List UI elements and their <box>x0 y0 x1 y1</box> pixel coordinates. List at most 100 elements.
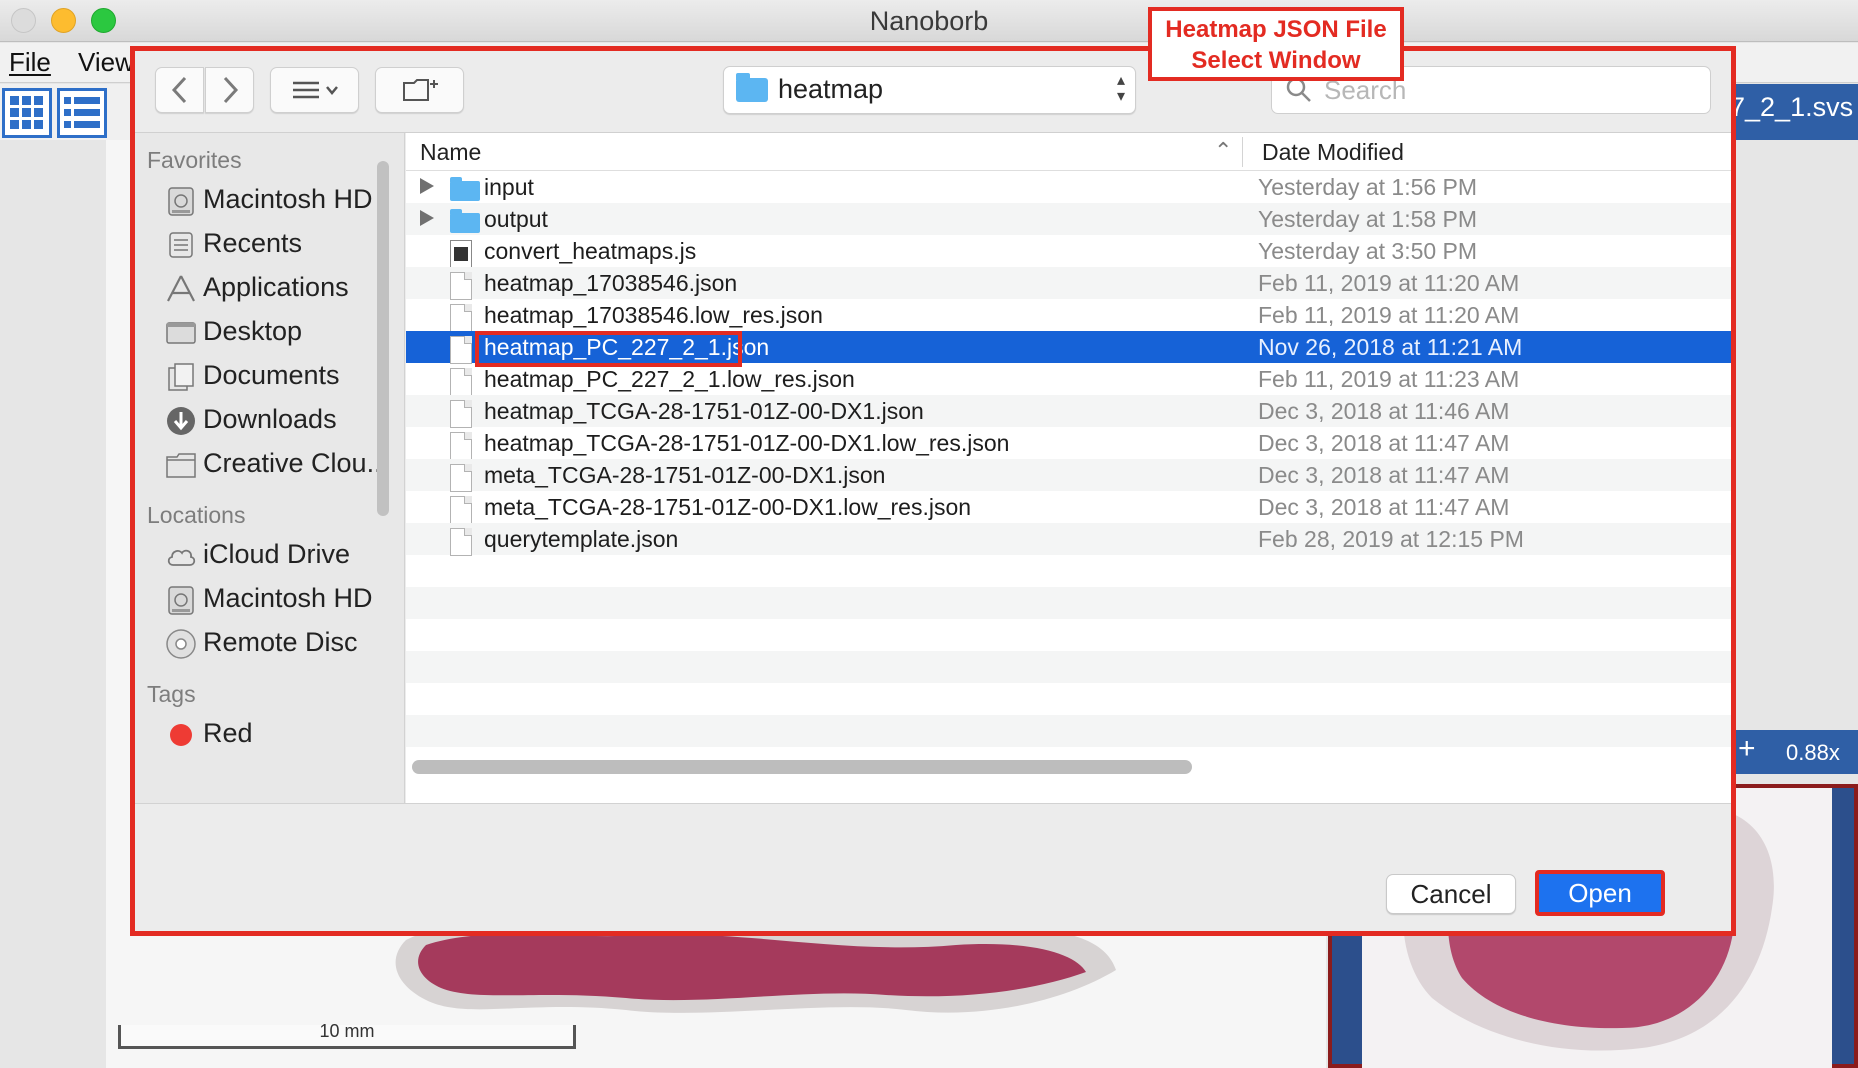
zoom-level: 0.88x <box>1786 740 1840 765</box>
file-row[interactable]: output Yesterday at 1:58 PM <box>406 203 1731 235</box>
back-button[interactable] <box>155 67 204 113</box>
downloads-icon <box>167 407 195 435</box>
annotation-callout: Heatmap JSON File Select Window <box>1148 7 1404 81</box>
applications-icon <box>167 275 195 302</box>
cancel-button[interactable]: Cancel <box>1386 874 1516 914</box>
location-popup[interactable]: heatmap ▴ ▾ <box>723 66 1136 114</box>
empty-row <box>406 683 1731 715</box>
sidebar-item-label: iCloud Drive <box>203 539 351 569</box>
file-date: Dec 3, 2018 at 11:47 AM <box>1258 494 1510 520</box>
hard-drive-icon <box>168 586 194 615</box>
sidebar-item-downloads[interactable]: Downloads <box>165 401 385 441</box>
menu-view[interactable]: View <box>78 47 134 78</box>
file-name: heatmap_17038546.low_res.json <box>484 302 823 328</box>
file-name: meta_TCGA-28-1751-01Z-00-DX1.json <box>484 462 886 488</box>
column-name-header[interactable]: Name <box>420 139 481 166</box>
file-row[interactable]: heatmap_TCGA-28-1751-01Z-00-DX1.json Dec … <box>406 395 1731 428</box>
file-name: meta_TCGA-28-1751-01Z-00-DX1.low_res.jso… <box>484 494 972 520</box>
file-row[interactable]: querytemplate.json Feb 28, 2019 at 12:15 … <box>406 523 1731 556</box>
chevron-right-icon <box>223 76 238 104</box>
document-icon <box>450 270 476 300</box>
document-icon <box>450 430 476 460</box>
sort-ascending-icon[interactable]: ⌃ <box>1214 138 1232 164</box>
sidebar-item-macintosh-hd-location[interactable]: Macintosh HD <box>165 580 385 620</box>
file-date: Feb 28, 2019 at 12:15 PM <box>1258 526 1524 552</box>
sidebar-item-label: Red <box>203 718 253 748</box>
zoom-plus-icon[interactable]: + <box>1738 732 1756 766</box>
file-date: Yesterday at 1:58 PM <box>1258 206 1478 232</box>
chevron-left-icon <box>171 76 186 104</box>
empty-row <box>406 715 1731 747</box>
forward-button[interactable] <box>205 67 254 113</box>
grid-view-icon[interactable] <box>2 88 52 138</box>
folder-icon <box>450 174 480 201</box>
horizontal-scrollbar[interactable] <box>412 760 1192 774</box>
file-row[interactable]: heatmap_17038546.json Feb 11, 2019 at 11:… <box>406 267 1731 300</box>
document-icon <box>450 334 476 364</box>
file-name: heatmap_TCGA-28-1751-01Z-00-DX1.json <box>484 398 924 424</box>
file-row[interactable]: heatmap_TCGA-28-1751-01Z-00-DX1.low_res.… <box>406 427 1731 460</box>
selected-file-annotation-box <box>475 331 742 367</box>
sidebar: Favorites Macintosh HD Recents Applicati… <box>135 133 405 803</box>
file-row[interactable]: meta_TCGA-28-1751-01Z-00-DX1.json Dec 3, … <box>406 459 1731 492</box>
hard-drive-icon <box>168 187 194 216</box>
file-date: Dec 3, 2018 at 11:47 AM <box>1258 430 1510 456</box>
sidebar-item-recents[interactable]: Recents <box>165 225 385 265</box>
sidebar-item-icloud-drive[interactable]: iCloud Drive <box>165 536 385 576</box>
sidebar-item-creative-cloud[interactable]: Creative Clou... <box>165 445 389 485</box>
red-tag-icon <box>170 724 192 746</box>
sidebar-item-remote-disc[interactable]: Remote Disc <box>165 624 385 664</box>
sidebar-item-documents[interactable]: Documents <box>165 357 385 397</box>
column-date-header[interactable]: Date Modified <box>1262 139 1404 166</box>
file-list: Name ⌃ Date Modified input Yesterday at 1… <box>406 133 1731 803</box>
desktop-icon <box>166 322 196 344</box>
file-open-dialog: heatmap ▴ ▾ Search Favorites Macintosh HD… <box>130 46 1736 936</box>
empty-row <box>406 619 1731 651</box>
list-view-icon[interactable] <box>57 88 107 138</box>
open-button[interactable]: Open <box>1535 870 1665 916</box>
file-row[interactable]: heatmap_PC_227_2_1.json Nov 26, 2018 at 1… <box>406 331 1731 367</box>
sidebar-item-applications[interactable]: Applications <box>165 269 385 309</box>
new-folder-button[interactable] <box>375 67 464 113</box>
file-name: querytemplate.json <box>484 526 679 552</box>
sidebar-heading-locations: Locations <box>147 502 246 528</box>
sidebar-item-desktop[interactable]: Desktop <box>165 313 385 353</box>
sidebar-item-label: Documents <box>203 360 340 390</box>
sidebar-item-tag-red[interactable]: Red <box>165 715 385 755</box>
file-row[interactable]: meta_TCGA-28-1751-01Z-00-DX1.low_res.jso… <box>406 491 1731 524</box>
file-date: Yesterday at 3:50 PM <box>1258 238 1478 264</box>
sidebar-item-label: Recents <box>203 228 303 258</box>
sidebar-scrollbar[interactable] <box>377 161 389 516</box>
disclosure-triangle-icon[interactable] <box>420 178 434 194</box>
empty-row <box>406 555 1731 587</box>
dialog-toolbar: heatmap ▴ ▾ Search <box>135 51 1731 133</box>
file-name: heatmap_17038546.json <box>484 270 738 296</box>
folder-icon <box>736 73 768 102</box>
document-icon <box>450 398 476 428</box>
dialog-footer: Cancel Open <box>135 803 1731 931</box>
sidebar-item-label: Macintosh HD <box>203 583 373 613</box>
scale-bar: 10 mm <box>118 1021 576 1049</box>
file-row[interactable]: heatmap_17038546.low_res.json Feb 11, 201… <box>406 299 1731 332</box>
sidebar-item-label: Macintosh HD <box>203 184 373 214</box>
file-row[interactable]: convert_heatmaps.js Yesterday at 3:50 PM <box>406 235 1731 268</box>
file-date: Feb 11, 2019 at 11:23 AM <box>1258 366 1520 392</box>
navigator-header: + 0.88x <box>1728 730 1858 774</box>
sidebar-item-label: Desktop <box>203 316 303 346</box>
location-label: heatmap <box>778 74 884 104</box>
recents-icon <box>169 232 193 258</box>
app-toolbar <box>0 84 130 140</box>
menu-file[interactable]: File <box>9 47 51 78</box>
file-name: convert_heatmaps.js <box>484 238 697 264</box>
column-divider[interactable] <box>1242 137 1243 167</box>
view-options-button[interactable] <box>270 67 359 113</box>
disclosure-triangle-icon[interactable] <box>420 210 434 226</box>
new-folder-icon <box>402 79 438 101</box>
cloud-icon <box>167 549 196 566</box>
sidebar-item-label: Remote Disc <box>203 627 358 657</box>
sidebar-item-macintosh-hd[interactable]: Macintosh HD <box>165 181 385 221</box>
up-down-chevron-icon: ▴ ▾ <box>1116 72 1125 105</box>
document-icon <box>450 494 476 524</box>
file-row[interactable]: input Yesterday at 1:56 PM <box>406 171 1731 203</box>
file-row[interactable]: heatmap_PC_227_2_1.low_res.json Feb 11, 2… <box>406 363 1731 396</box>
